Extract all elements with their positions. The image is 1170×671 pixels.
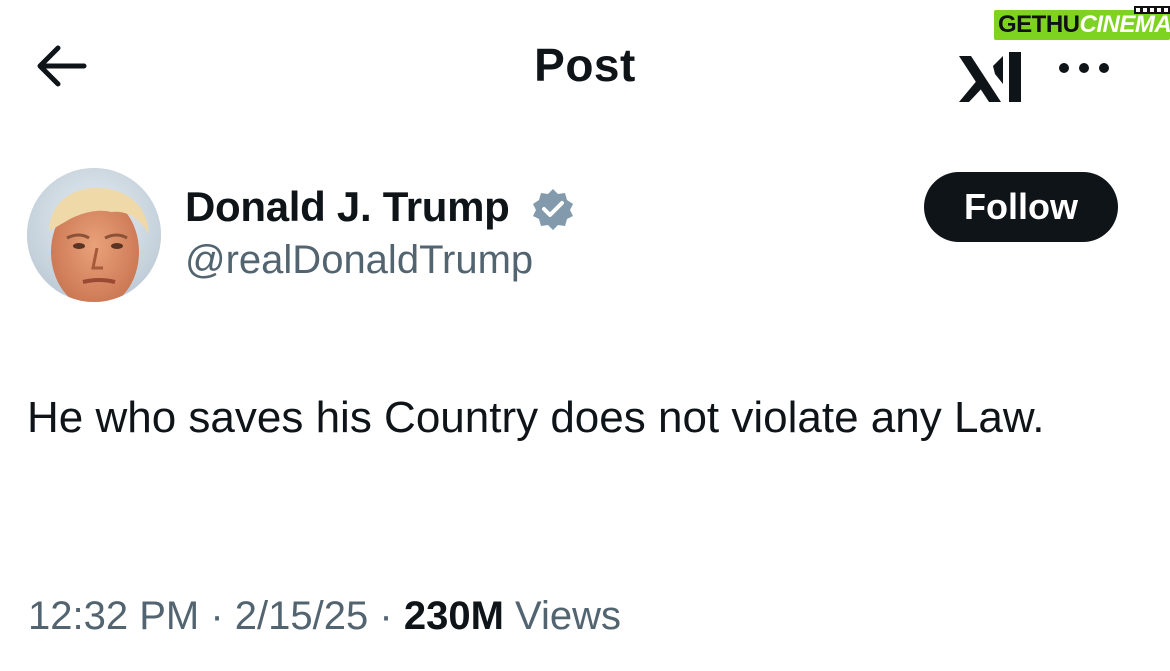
watermark-part2: CINEMA (1079, 11, 1170, 38)
watermark-part1: GETHU (998, 11, 1080, 38)
verified-badge-icon (533, 189, 573, 230)
avatar-photo (27, 168, 161, 302)
avatar[interactable] (27, 168, 161, 302)
watermark-logo: GETHUCINEMA (994, 6, 1170, 40)
meta-separator: · (379, 594, 393, 638)
top-bar: Post GETHUCINEMA (0, 0, 1170, 130)
more-options-button[interactable] (1056, 58, 1116, 78)
xai-logo (959, 52, 1021, 102)
post-date[interactable]: 2/15/25 (235, 594, 368, 638)
follow-button[interactable]: Follow (924, 172, 1118, 242)
more-horizontal-icon (1059, 63, 1109, 73)
post-meta: 12:32 PM · 2/15/25 · 230M Views (28, 594, 621, 639)
post-text: He who saves his Country does not violat… (27, 393, 1045, 442)
views-count: 230M (403, 594, 504, 638)
watermark-text: GETHUCINEMA (998, 11, 1170, 39)
views-label: Views (515, 594, 622, 638)
post-time[interactable]: 12:32 PM (28, 594, 199, 638)
author-handle[interactable]: @realDonaldTrump (185, 238, 533, 283)
meta-separator: · (210, 594, 224, 638)
author-name[interactable]: Donald J. Trump (185, 183, 510, 231)
